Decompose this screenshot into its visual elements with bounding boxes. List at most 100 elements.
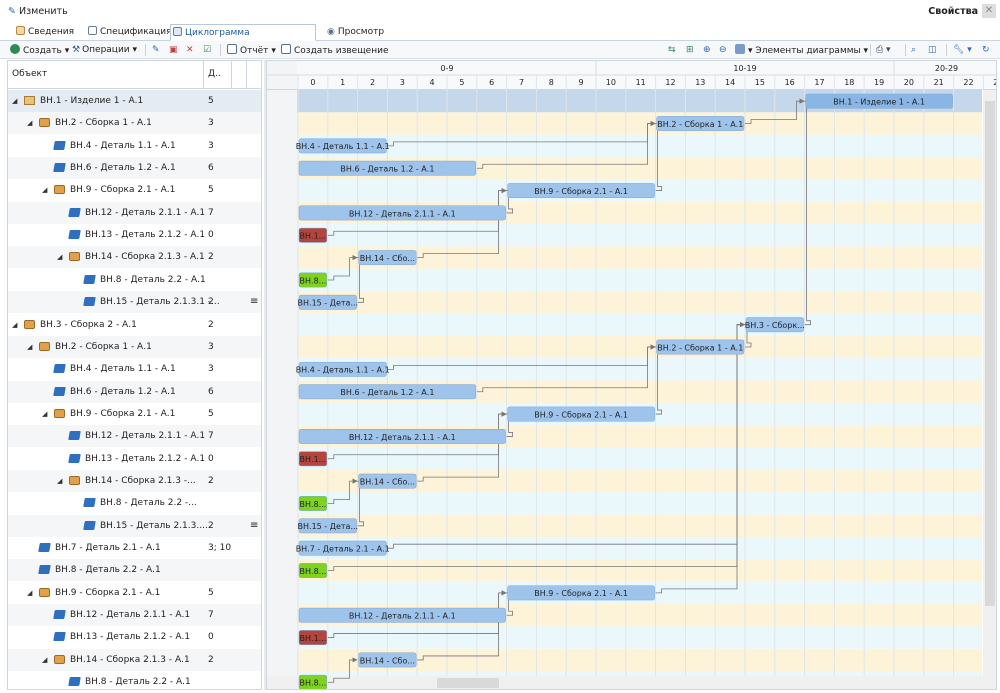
tab-specification[interactable]: Спецификация [86, 24, 172, 41]
zoom-out-icon[interactable]: ⊖ [719, 44, 727, 57]
expand-toggle-icon[interactable]: ◢ [12, 90, 17, 112]
tab-info-label: Сведения [28, 27, 75, 37]
tree-row[interactable]: ВН.12 - Деталь 2.1.1 - А.1 7 [8, 604, 261, 627]
tree-row[interactable]: ◢ ВН.9 - Сборка 2.1 - А.1 5 [8, 403, 261, 425]
horizontal-scrollbar[interactable] [267, 676, 983, 690]
tree-row[interactable]: ВН.4 - Деталь 1.1 - А.1 3 [8, 358, 261, 380]
tree-row-duration: 2 [208, 654, 214, 665]
tree-row[interactable]: ◢ ВН.2 - Сборка 1 - А.1 3 [8, 112, 261, 135]
tree-row[interactable]: ◢ ВН.2 - Сборка 1 - А.1 3 [8, 335, 261, 358]
tab-info[interactable]: Сведения [14, 24, 74, 41]
close-icon[interactable]: ✕ [982, 4, 996, 18]
tree-row[interactable]: ◢ ВН.14 - Сборка 2.1.3 - А.1 2 [8, 246, 261, 269]
column-header-object[interactable]: Объект [12, 69, 47, 79]
expand-toggle-icon[interactable]: ◢ [27, 336, 32, 358]
day-tick-label: 1 [340, 78, 345, 87]
tree-row[interactable]: ВН.8 - Деталь 2.2 - А.1 [8, 671, 261, 689]
tree-row[interactable]: ◢ ВН.14 - Сборка 2.1.3 - А.1 2 [8, 648, 261, 671]
tree-row[interactable]: ВН.6 - Деталь 1.2 - А.1 6 [8, 380, 261, 403]
edit-pencil-icon[interactable]: ✎ [152, 44, 160, 57]
tree-row[interactable]: ВН.15 - Деталь 2.1.3.... 2 ≡ [8, 514, 261, 537]
tree-row-duration: 6 [208, 163, 214, 174]
report-button[interactable]: Отчёт ▾ [227, 44, 276, 57]
column-divider [203, 61, 204, 89]
tree-row-duration: 3; 10 [208, 543, 232, 553]
tree-row[interactable]: ◢ ВН.1 - Изделие 1 - А.1 5 [8, 90, 261, 112]
part-icon [53, 140, 66, 150]
tree-row[interactable]: ◢ ВН.9 - Сборка 2.1 - А.1 5 [8, 582, 261, 604]
tree-row[interactable]: ВН.8 - Деталь 2.2 - А.1 [8, 269, 261, 291]
edit-label: Изменить [19, 6, 68, 17]
tree-row-duration: 7 [208, 431, 214, 442]
tree-row-label: ВН.12 - Деталь 2.1.1 - А.1 [85, 207, 206, 218]
refresh-icon[interactable]: ↻ [982, 44, 990, 57]
diagram-elements-label: Элементы диаграммы [755, 46, 861, 56]
tree-row[interactable]: ВН.4 - Деталь 1.1 - А.1 3 [8, 135, 261, 157]
tree-row[interactable]: ВН.15 - Деталь 2.1.3.1 -... 2 ≡ [8, 291, 261, 314]
expand-toggle-icon[interactable]: ◢ [42, 649, 47, 671]
diagram-elements-button[interactable]: ▾ Элементы диаграммы ▾ [735, 44, 868, 57]
tab-production-cyclogram[interactable]: Циклограмма производства [170, 24, 316, 54]
delete-icon[interactable]: ✕ [186, 44, 194, 57]
tree-row-label: ВН.3 - Сборка 2 - А.1 [40, 319, 137, 330]
create-button[interactable]: Создать ▾ [10, 44, 69, 57]
tree-row-label: ВН.14 - Сборка 2.1.3 - А.1 [85, 252, 205, 263]
expand-toggle-icon[interactable]: ◢ [12, 314, 17, 336]
zoom-in-icon[interactable]: ⊕ [703, 44, 711, 57]
tree-row[interactable]: ВН.13 - Деталь 2.1.2 - А.1 0 [8, 626, 261, 648]
task-bar-label: ВН.7 - Деталь 2.1 - А.1 [296, 545, 390, 554]
tree-row-label: ВН.1 - Изделие 1 - А.1 [40, 96, 144, 106]
toolbar-divider [905, 44, 906, 56]
tree-row[interactable]: ВН.8 - Деталь 2.2 -... [8, 492, 261, 514]
row-menu-icon[interactable]: ≡ [250, 515, 258, 537]
tree-row[interactable]: ВН.12 - Деталь 2.1.1 - А.1 7 [8, 201, 261, 224]
panel-icon[interactable]: ◫ [928, 44, 937, 57]
toolbar-divider [946, 44, 947, 56]
part-icon [68, 431, 81, 441]
apply-icon[interactable]: ☑ [203, 44, 211, 57]
expand-toggle-icon[interactable]: ◢ [27, 582, 32, 604]
tree-row-duration: 5 [208, 408, 214, 419]
expand-toggle-icon[interactable]: ◢ [27, 112, 32, 134]
print-icon[interactable]: ⎙ ▾ [876, 44, 891, 57]
tree-row[interactable]: ◢ ВН.9 - Сборка 2.1 - А.1 5 [8, 179, 261, 201]
create-notice-button[interactable]: Создать извещение [281, 44, 388, 57]
task-bar-label: ВН.9 - Сборка 2.1 - А.1 [534, 410, 628, 419]
day-tick-label: 18 [844, 78, 854, 87]
operations-button[interactable]: ⚒ Операции ▾ [72, 44, 137, 57]
part-icon [83, 297, 96, 307]
task-bar-label: ВН.14 - Сбо... [360, 254, 415, 263]
part-icon [53, 364, 66, 374]
edit-button[interactable]: ✎ Изменить [8, 6, 68, 17]
search-icon[interactable]: ⌕ [911, 44, 916, 57]
tree-row[interactable]: ВН.12 - Деталь 2.1.1 - А.1 7 [8, 425, 261, 448]
tree-row[interactable]: ВН.8 - Деталь 2.2 - А.1 [8, 559, 261, 582]
structure-icon[interactable]: ⊞ [686, 44, 694, 57]
toolbar-divider [145, 44, 146, 56]
expand-toggle-icon[interactable]: ◢ [42, 179, 47, 201]
chevron-down-icon: ▾ [863, 46, 869, 56]
tree-row-label: ВН.12 - Деталь 2.1.1 - А.1 [85, 431, 206, 442]
notice-icon [281, 44, 291, 54]
assembly-icon [24, 319, 35, 329]
tree-row[interactable]: ◢ ВН.3 - Сборка 2 - А.1 2 [8, 314, 261, 336]
vertical-scrollbar-thumb[interactable] [985, 101, 995, 606]
tree-row-duration: 5 [208, 185, 214, 196]
tree-row-duration: 0 [208, 230, 214, 241]
tree-row[interactable]: ◢ ВН.14 - Сборка 2.1.3 -... 2 [8, 469, 261, 492]
task-bar-label: ВН.8... [300, 567, 327, 576]
tree-row[interactable]: ВН.6 - Деталь 1.2 - А.1 6 [8, 157, 261, 180]
expand-toggle-icon[interactable]: ◢ [42, 403, 47, 425]
expand-toggle-icon[interactable]: ◢ [57, 246, 62, 268]
column-header-d[interactable]: Д.. [208, 69, 221, 79]
tab-preview[interactable]: ◉ Просмотр [325, 24, 384, 41]
expand-toggle-icon[interactable]: ◢ [57, 470, 62, 492]
tree-row[interactable]: ВН.13 - Деталь 2.1.2 - А.1 0 [8, 448, 261, 470]
link-tasks-icon[interactable]: ⇆ [668, 44, 676, 57]
tree-row[interactable]: ВН.7 - Деталь 2.1 - А.1 3; 10 [8, 537, 261, 559]
horizontal-scrollbar-thumb[interactable] [437, 678, 499, 688]
tree-row[interactable]: ВН.13 - Деталь 2.1.2 - А.1 0 [8, 224, 261, 246]
save-icon[interactable]: ▣ [169, 44, 178, 57]
wrench-icon[interactable]: 🔧︎ ▾ [953, 44, 972, 57]
row-menu-icon[interactable]: ≡ [250, 291, 258, 313]
